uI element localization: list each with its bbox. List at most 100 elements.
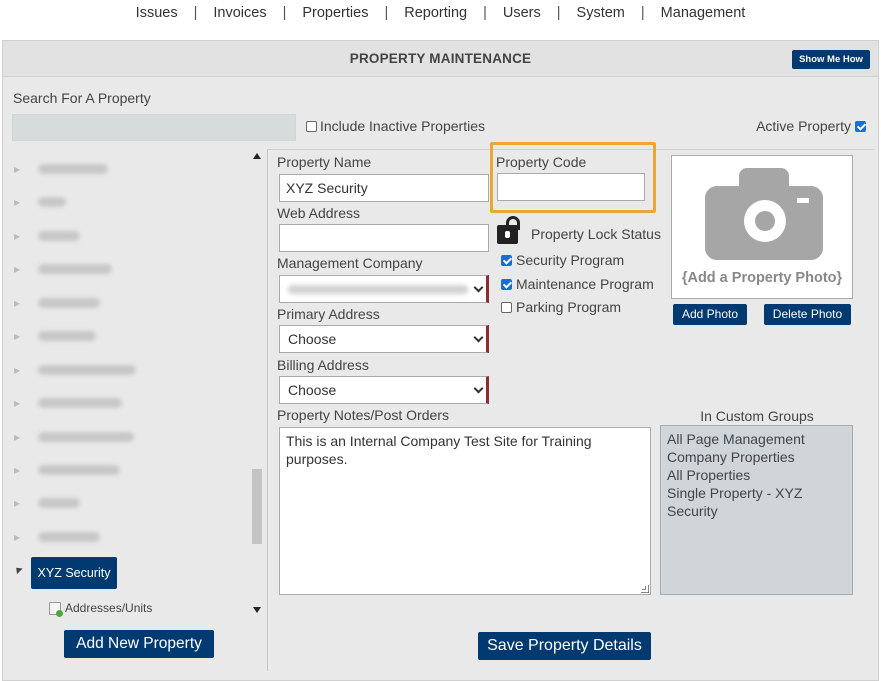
redacted-text — [38, 331, 96, 341]
tree-item[interactable]: ▶ — [8, 460, 248, 480]
billing-address-label: Billing Address — [277, 357, 369, 373]
redacted-text — [288, 285, 468, 294]
security-program-label: Security Program — [516, 252, 625, 268]
primary-address-label: Primary Address — [277, 306, 380, 322]
group-item[interactable]: All Properties — [667, 466, 846, 484]
redacted-text — [38, 465, 120, 475]
property-name-label: Property Name — [277, 154, 372, 170]
photo-caption: {Add a Property Photo} — [681, 270, 843, 286]
parking-program-label: Parking Program — [516, 299, 622, 315]
tree-item[interactable]: ▶ — [8, 326, 248, 346]
add-photo-button[interactable]: Add Photo — [673, 304, 747, 325]
active-property-toggle[interactable]: Active Property — [756, 118, 866, 134]
expand-icon[interactable]: ▶ — [14, 533, 22, 542]
add-new-property-button[interactable]: Add New Property — [64, 630, 214, 658]
tree-item-addresses-units[interactable]: Addresses/Units — [49, 601, 153, 617]
expand-icon[interactable]: ▶ — [14, 499, 22, 508]
expand-icon[interactable]: ▶ — [14, 366, 22, 375]
billing-address-select[interactable]: Choose — [279, 376, 489, 404]
property-code-label: Property Code — [496, 154, 587, 170]
tree-item[interactable]: ▶ — [8, 527, 248, 547]
tree-item[interactable]: ▶ — [8, 427, 248, 447]
scroll-thumb[interactable] — [252, 469, 262, 544]
expand-icon[interactable]: ▶ — [14, 165, 22, 174]
property-code-input[interactable] — [497, 173, 645, 201]
nav-management[interactable]: Management — [645, 5, 762, 21]
include-inactive-checkbox[interactable] — [306, 120, 317, 132]
expand-icon[interactable]: ▶ — [14, 332, 22, 341]
management-company-label: Management Company — [277, 255, 423, 271]
property-name-input[interactable]: XYZ Security — [279, 174, 489, 202]
custom-groups-list[interactable]: All Page Management Company Properties A… — [660, 425, 853, 595]
scroll-down-icon[interactable] — [253, 607, 261, 613]
group-item[interactable]: Company Properties — [667, 448, 846, 466]
unlock-icon[interactable] — [497, 216, 520, 244]
tree-item[interactable]: ▶ — [8, 360, 248, 380]
resize-grip-icon[interactable] — [641, 585, 649, 593]
top-nav: Issues | Invoices | Properties | Reporti… — [0, 0, 881, 26]
nav-system[interactable]: System — [561, 5, 641, 21]
expand-icon[interactable]: ▶ — [14, 265, 22, 274]
scroll-up-icon[interactable] — [253, 153, 261, 159]
addresses-units-label: Addresses/Units — [65, 601, 153, 615]
show-me-how-button[interactable]: Show Me How — [792, 50, 870, 69]
primary-address-value: Choose — [288, 331, 337, 347]
property-maintenance-panel: PROPERTY MAINTENANCE Show Me How Search … — [2, 40, 879, 681]
save-property-details-button[interactable]: Save Property Details — [478, 632, 651, 660]
tree-item[interactable]: ▶ — [8, 259, 248, 279]
lock-body — [497, 225, 518, 244]
notes-textarea[interactable]: This is an Internal Company Test Site fo… — [279, 427, 651, 595]
delete-photo-button[interactable]: Delete Photo — [764, 304, 851, 325]
custom-groups-label: In Custom Groups — [700, 408, 814, 424]
search-label: Search For A Property — [13, 90, 151, 106]
property-photo-placeholder: {Add a Property Photo} — [671, 155, 853, 299]
redacted-text — [38, 231, 80, 241]
management-company-select[interactable] — [279, 275, 489, 303]
nav-invoices[interactable]: Invoices — [197, 5, 282, 21]
expand-icon[interactable]: ▶ — [14, 198, 22, 207]
security-program-checkbox[interactable] — [501, 254, 512, 266]
panel-header: PROPERTY MAINTENANCE Show Me How — [3, 41, 878, 77]
web-address-input[interactable] — [279, 224, 489, 252]
nav-reporting[interactable]: Reporting — [388, 5, 483, 21]
tree-scrollbar[interactable] — [250, 149, 264, 619]
parking-program-toggle[interactable]: Parking Program — [501, 299, 621, 315]
tree-item[interactable]: ▶ — [8, 393, 248, 413]
chevron-down-icon — [473, 282, 484, 293]
tree-divider — [267, 149, 268, 671]
group-item[interactable]: All Page Management — [667, 430, 846, 448]
include-inactive-toggle[interactable]: Include Inactive Properties — [306, 118, 485, 134]
tree-item[interactable]: ▶ — [8, 226, 248, 246]
security-program-toggle[interactable]: Security Program — [501, 252, 624, 268]
group-item[interactable]: Single Property - XYZ — [667, 484, 846, 502]
active-property-checkbox[interactable] — [855, 120, 866, 132]
primary-address-select[interactable]: Choose — [279, 325, 489, 353]
redacted-text — [38, 298, 100, 308]
tree-item[interactable]: ▶ — [8, 293, 248, 313]
nav-issues[interactable]: Issues — [120, 5, 194, 21]
tree-item[interactable]: ▶ — [8, 493, 248, 513]
chevron-down-icon — [473, 383, 484, 394]
billing-address-value: Choose — [288, 382, 337, 398]
parking-program-checkbox[interactable] — [501, 301, 512, 313]
redacted-text — [38, 398, 122, 408]
search-input[interactable] — [12, 114, 296, 141]
expand-icon[interactable]: ▶ — [14, 433, 22, 442]
include-inactive-label: Include Inactive Properties — [320, 118, 485, 134]
group-item[interactable]: Security — [667, 502, 846, 520]
maintenance-program-checkbox[interactable] — [501, 278, 512, 290]
camera-lens — [755, 211, 775, 231]
lock-status-label: Property Lock Status — [531, 226, 661, 242]
expand-icon[interactable]: ▶ — [14, 399, 22, 408]
tree-item[interactable]: ▶ — [8, 159, 248, 179]
add-document-icon — [49, 601, 63, 617]
nav-users[interactable]: Users — [487, 5, 557, 21]
property-tree[interactable]: ▶ ▶ ▶ ▶ ▶ ▶ ▶ ▶ ▶ ▶ ▶ ▶ — [8, 149, 265, 619]
tree-item-xyz-security[interactable]: XYZ Security — [31, 557, 117, 589]
maintenance-program-toggle[interactable]: Maintenance Program — [501, 276, 654, 292]
expand-icon[interactable]: ▶ — [14, 466, 22, 475]
expand-icon[interactable]: ▶ — [14, 232, 22, 241]
nav-properties[interactable]: Properties — [286, 5, 384, 21]
tree-item[interactable]: ▶ — [8, 192, 248, 212]
expand-icon[interactable]: ▶ — [14, 299, 22, 308]
